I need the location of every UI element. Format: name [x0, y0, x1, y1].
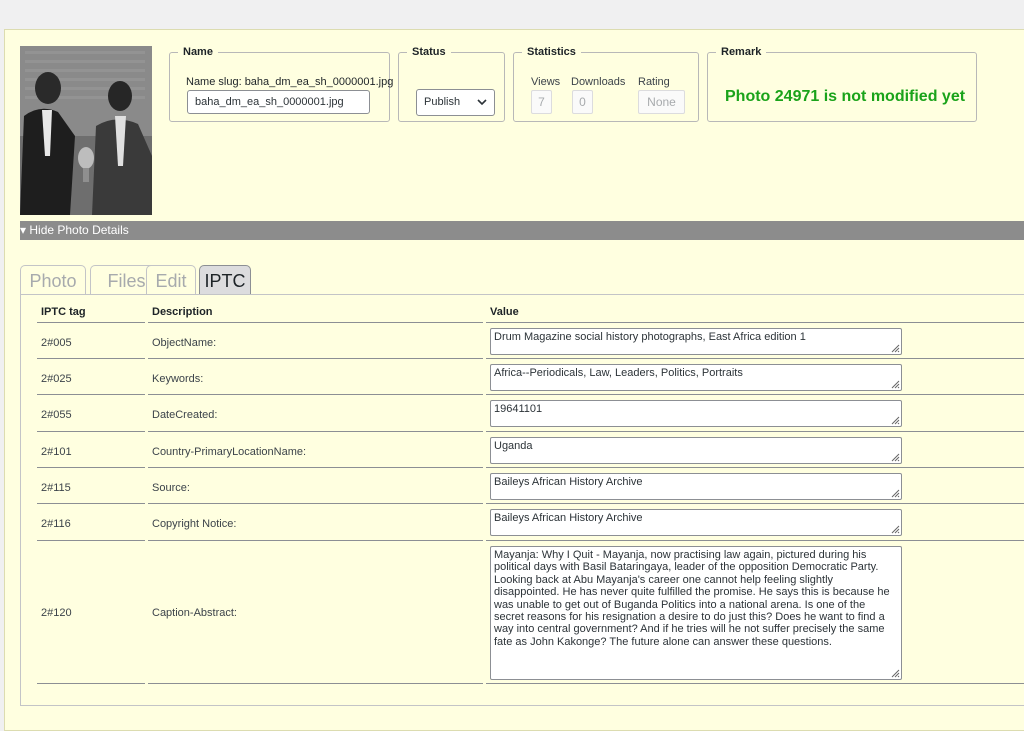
row-divider	[37, 503, 145, 504]
remark-legend: Remark	[721, 46, 762, 58]
iptc-value-field[interactable]: 19641101	[490, 400, 902, 427]
status-legend: Status	[412, 46, 446, 58]
iptc-value-text: Drum Magazine social history photographs…	[494, 331, 806, 343]
header-divider	[37, 322, 145, 323]
row-divider	[486, 358, 1024, 359]
row-divider	[486, 394, 1024, 395]
status-select[interactable]: Publish	[416, 89, 495, 116]
resize-grip-icon[interactable]	[890, 668, 900, 678]
tab-iptc[interactable]: IPTC	[199, 265, 251, 294]
resize-grip-icon[interactable]	[890, 452, 900, 462]
row-description: DateCreated:	[152, 409, 218, 421]
resize-grip-icon[interactable]	[890, 524, 900, 534]
row-divider	[486, 467, 1024, 468]
row-description: Keywords:	[152, 373, 204, 385]
row-divider	[148, 467, 483, 468]
resize-grip-icon[interactable]	[890, 415, 900, 425]
row-divider	[148, 358, 483, 359]
row-description: Country-PrimaryLocationName:	[152, 446, 307, 458]
remark-message: Photo 24971 is not modified yet	[725, 88, 966, 105]
name-legend: Name	[183, 46, 213, 58]
iptc-value-field[interactable]: Africa--Periodicals, Law, Leaders, Polit…	[490, 364, 902, 391]
downloads-label: Downloads	[571, 76, 626, 88]
header-divider	[486, 322, 1024, 323]
name-slug-label: Name slug: baha_dm_ea_sh_0000001.jpg	[186, 76, 394, 88]
iptc-value-text: Baileys African History Archive	[494, 476, 643, 488]
status-fieldset: Status Publish	[398, 46, 505, 122]
row-description: Copyright Notice:	[152, 518, 237, 530]
row-tag: 2#115	[41, 482, 71, 494]
row-divider	[148, 503, 483, 504]
iptc-value-text: Africa--Periodicals, Law, Leaders, Polit…	[494, 367, 743, 379]
hide-photo-details-label: ▾ Hide Photo Details	[20, 223, 129, 237]
tab-edit[interactable]: Edit	[146, 265, 196, 294]
resize-grip-icon[interactable]	[890, 343, 900, 353]
row-tag: 2#120	[41, 607, 72, 619]
row-divider	[37, 467, 145, 468]
row-tag: 2#005	[41, 337, 72, 349]
rating-label: Rating	[638, 76, 670, 88]
row-divider	[148, 431, 483, 432]
resize-grip-icon[interactable]	[890, 488, 900, 498]
hide-photo-details-toggle[interactable]: ▾ Hide Photo Details	[20, 221, 1024, 240]
row-divider	[37, 358, 145, 359]
row-divider	[37, 394, 145, 395]
remark-fieldset: Remark Photo 24971 is not modified yet	[707, 46, 977, 122]
photo-thumbnail[interactable]	[20, 46, 152, 215]
iptc-value-field[interactable]: Baileys African History Archive	[490, 473, 902, 500]
column-header-description: Description	[152, 306, 213, 318]
row-tag: 2#025	[41, 373, 72, 385]
row-description: Source:	[152, 482, 190, 494]
row-tag: 2#055	[41, 409, 72, 421]
row-divider	[148, 540, 483, 541]
iptc-value-field[interactable]: Mayanja: Why I Quit - Mayanja, now pract…	[490, 546, 902, 680]
name-slug-input[interactable]	[187, 90, 370, 114]
name-fieldset: Name Name slug: baha_dm_ea_sh_0000001.jp…	[169, 46, 394, 122]
rating-value: None	[638, 90, 685, 114]
iptc-value-text: Mayanja: Why I Quit - Mayanja, now pract…	[494, 549, 893, 648]
row-divider	[486, 503, 1024, 504]
row-description: Caption-Abstract:	[152, 607, 237, 619]
row-divider	[37, 683, 145, 684]
column-header-iptc-tag: IPTC tag	[41, 306, 86, 318]
row-divider	[486, 683, 1024, 684]
photo-image	[20, 46, 152, 215]
iptc-value-text: Baileys African History Archive	[494, 512, 643, 524]
statistics-fieldset: Statistics Views 7 Downloads 0 Rating No…	[513, 46, 699, 122]
row-divider	[37, 540, 145, 541]
iptc-value-text: Uganda	[494, 440, 533, 452]
iptc-value-field[interactable]: Baileys African History Archive	[490, 509, 902, 536]
iptc-value-field[interactable]: Uganda	[490, 437, 902, 464]
statistics-legend: Statistics	[527, 46, 576, 58]
views-label: Views	[531, 76, 561, 88]
row-tag: 2#101	[41, 446, 72, 458]
resize-grip-icon[interactable]	[890, 379, 900, 389]
iptc-value-text: 19641101	[494, 403, 543, 415]
tab-photo[interactable]: Photo	[20, 265, 86, 294]
row-description: ObjectName:	[152, 337, 217, 349]
row-divider	[148, 683, 483, 684]
row-divider	[486, 540, 1024, 541]
row-divider	[486, 431, 1024, 432]
row-divider	[37, 431, 145, 432]
row-tag: 2#116	[41, 518, 71, 530]
row-divider	[148, 394, 483, 395]
iptc-value-field[interactable]: Drum Magazine social history photographs…	[490, 328, 902, 355]
status-select-value: Publish	[424, 96, 461, 108]
header-divider	[148, 322, 483, 323]
views-value: 7	[531, 90, 552, 114]
downloads-value: 0	[572, 90, 593, 114]
column-header-value: Value	[490, 306, 519, 318]
chevron-down-icon	[477, 90, 487, 125]
